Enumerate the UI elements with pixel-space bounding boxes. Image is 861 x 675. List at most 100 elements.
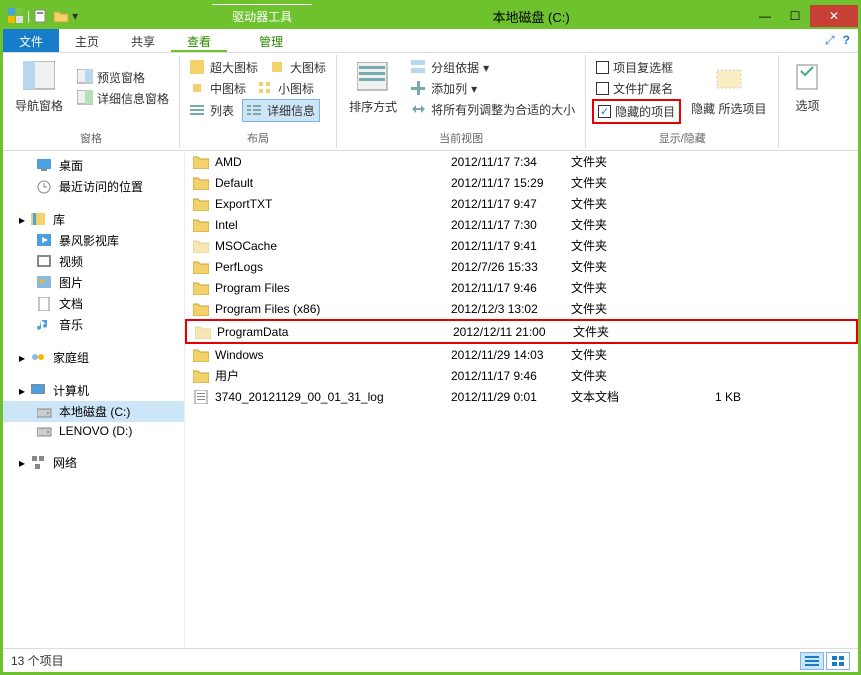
file-row[interactable]: AMD2012/11/17 7:34文件夹 xyxy=(185,151,858,172)
file-date: 2012/12/3 13:02 xyxy=(451,302,571,316)
nav-videos[interactable]: 视频 xyxy=(3,251,184,272)
nav-pictures[interactable]: 图片 xyxy=(3,272,184,293)
checkbox-extensions[interactable]: 文件扩展名 xyxy=(592,78,681,99)
options-button[interactable]: 选项 xyxy=(785,57,829,118)
new-folder-icon[interactable] xyxy=(52,7,70,25)
details-view-icon xyxy=(805,655,819,667)
details-pane-icon xyxy=(77,90,93,106)
file-name: Intel xyxy=(215,218,238,232)
file-row[interactable]: ProgramData2012/12/11 21:00文件夹 xyxy=(185,319,858,344)
nav-recent[interactable]: 最近访问的位置 xyxy=(3,176,184,197)
view-large-button[interactable]: 大图标 xyxy=(266,57,330,78)
group-label-showhide: 显示/隐藏 xyxy=(592,128,772,146)
nav-pane-button[interactable]: 导航窗格 xyxy=(9,57,69,118)
large-view-icon xyxy=(831,655,845,667)
tab-manage[interactable]: 管理 xyxy=(243,29,299,52)
sort-button[interactable]: 排序方式 xyxy=(343,58,403,119)
view-list-button[interactable]: 列表 xyxy=(186,100,238,121)
nav-libraries[interactable]: ▸库 xyxy=(3,209,184,230)
file-row[interactable]: PerfLogs2012/7/26 15:33文件夹 xyxy=(185,256,858,277)
qat-separator: | xyxy=(27,9,30,23)
small-icon xyxy=(258,81,274,97)
details-pane-button[interactable]: 详细信息窗格 xyxy=(73,88,173,109)
nav-music[interactable]: 音乐 xyxy=(3,314,184,335)
checkbox-itemcheckboxes[interactable]: 项目复选框 xyxy=(592,57,681,78)
close-button[interactable]: ✕ xyxy=(810,5,858,27)
preview-pane-button[interactable]: 预览窗格 xyxy=(73,67,173,88)
file-list: AMD2012/11/17 7:34文件夹Default2012/11/17 1… xyxy=(185,151,858,648)
file-type: 文件夹 xyxy=(571,367,671,384)
file-type: 文件夹 xyxy=(571,195,671,212)
file-name: Program Files (x86) xyxy=(215,302,320,316)
view-small-button[interactable]: 小图标 xyxy=(254,78,318,99)
hide-button[interactable]: 隐藏 所选项目 xyxy=(685,60,772,121)
view-large-toggle[interactable] xyxy=(826,652,850,670)
picture-icon xyxy=(37,276,53,290)
folder-icon xyxy=(193,260,209,274)
nav-pane: 桌面 最近访问的位置 ▸库 暴风影视库 视频 图片 文档 音乐 ▸家庭组 ▸计算… xyxy=(3,151,185,648)
nav-documents[interactable]: 文档 xyxy=(3,293,184,314)
nav-desktop[interactable]: 桌面 xyxy=(3,155,184,176)
nav-homegroup[interactable]: ▸家庭组 xyxy=(3,347,184,368)
file-name: 3740_20121129_00_01_31_log xyxy=(215,390,384,404)
file-type: 文件夹 xyxy=(571,300,671,317)
file-row[interactable]: Program Files2012/11/17 9:46文件夹 xyxy=(185,277,858,298)
view-xlarge-button[interactable]: 超大图标 xyxy=(186,57,262,78)
drive-icon xyxy=(37,424,53,438)
folder-hidden-icon xyxy=(195,325,211,339)
properties-icon[interactable] xyxy=(32,7,50,25)
view-medium-button[interactable]: 中图标 xyxy=(186,78,250,99)
minimize-ribbon-icon[interactable]: ⤢ xyxy=(825,33,835,48)
sizecol-icon xyxy=(411,102,427,118)
file-row[interactable]: Default2012/11/17 15:29文件夹 xyxy=(185,172,858,193)
minimize-button[interactable]: — xyxy=(750,5,780,27)
view-details-button[interactable]: 详细信息 xyxy=(242,99,320,122)
file-row[interactable]: 用户2012/11/17 9:46文件夹 xyxy=(185,365,858,386)
nav-drive-d[interactable]: LENOVO (D:) xyxy=(3,422,184,440)
checkbox-hidden[interactable]: 隐藏的项目 xyxy=(592,99,681,124)
list-icon xyxy=(190,103,206,119)
nav-computer[interactable]: ▸计算机 xyxy=(3,380,184,401)
ribbon-group-showhide: 项目复选框 文件扩展名 隐藏的项目 隐藏 所选项目 显示/隐藏 xyxy=(586,55,779,148)
file-name: ExportTXT xyxy=(215,197,272,211)
file-date: 2012/11/29 0:01 xyxy=(451,390,571,404)
folder-icon xyxy=(193,302,209,316)
nav-network[interactable]: ▸网络 xyxy=(3,452,184,473)
file-row[interactable]: ExportTXT2012/11/17 9:47文件夹 xyxy=(185,193,858,214)
tab-view[interactable]: 查看 xyxy=(171,29,227,52)
file-name: Default xyxy=(215,176,253,190)
qat-dropdown-icon[interactable]: ▾ xyxy=(72,9,78,23)
file-row[interactable]: Windows2012/11/29 14:03文件夹 xyxy=(185,344,858,365)
file-name: ProgramData xyxy=(217,325,288,339)
desktop-icon xyxy=(37,159,53,173)
tab-home[interactable]: 主页 xyxy=(59,29,115,52)
file-date: 2012/11/17 9:41 xyxy=(451,239,571,253)
hide-icon xyxy=(713,64,745,96)
nav-baofeng[interactable]: 暴风影视库 xyxy=(3,230,184,251)
ribbon-group-panes: 导航窗格 预览窗格 详细信息窗格 窗格 xyxy=(3,55,180,148)
titlebar: | ▾ 驱动器工具 本地磁盘 (C:) — ☐ ✕ xyxy=(3,3,858,29)
file-type: 文件夹 xyxy=(571,216,671,233)
file-row[interactable]: 3740_20121129_00_01_31_log 2012/11/29 0:0… xyxy=(185,386,858,407)
groupby-button[interactable]: 分组依据 ▾ xyxy=(407,57,579,78)
file-row[interactable]: MSOCache2012/11/17 9:41文件夹 xyxy=(185,235,858,256)
expand-icon: ▸ xyxy=(19,384,25,398)
folder-icon xyxy=(193,281,209,295)
group-label-layout: 布局 xyxy=(186,128,330,146)
help-icon[interactable]: ? xyxy=(843,33,850,48)
view-details-toggle[interactable] xyxy=(800,652,824,670)
details-icon xyxy=(247,103,263,119)
file-row[interactable]: Program Files (x86) 2012/12/3 13:02文件夹 xyxy=(185,298,858,319)
sort-icon xyxy=(357,62,389,94)
file-row[interactable]: Intel2012/11/17 7:30文件夹 xyxy=(185,214,858,235)
addcol-button[interactable]: 添加列 ▾ xyxy=(407,78,579,99)
maximize-button[interactable]: ☐ xyxy=(780,5,810,27)
tab-share[interactable]: 共享 xyxy=(115,29,171,52)
nav-drive-c[interactable]: 本地磁盘 (C:) xyxy=(3,401,184,422)
sizecol-button[interactable]: 将所有列调整为合适的大小 xyxy=(407,99,579,120)
tab-file[interactable]: 文件 xyxy=(3,29,59,52)
app-icon xyxy=(7,7,25,25)
medium-icon xyxy=(190,81,206,97)
ribbon-group-options: 选项 xyxy=(779,55,835,148)
view-toggles xyxy=(800,652,850,670)
